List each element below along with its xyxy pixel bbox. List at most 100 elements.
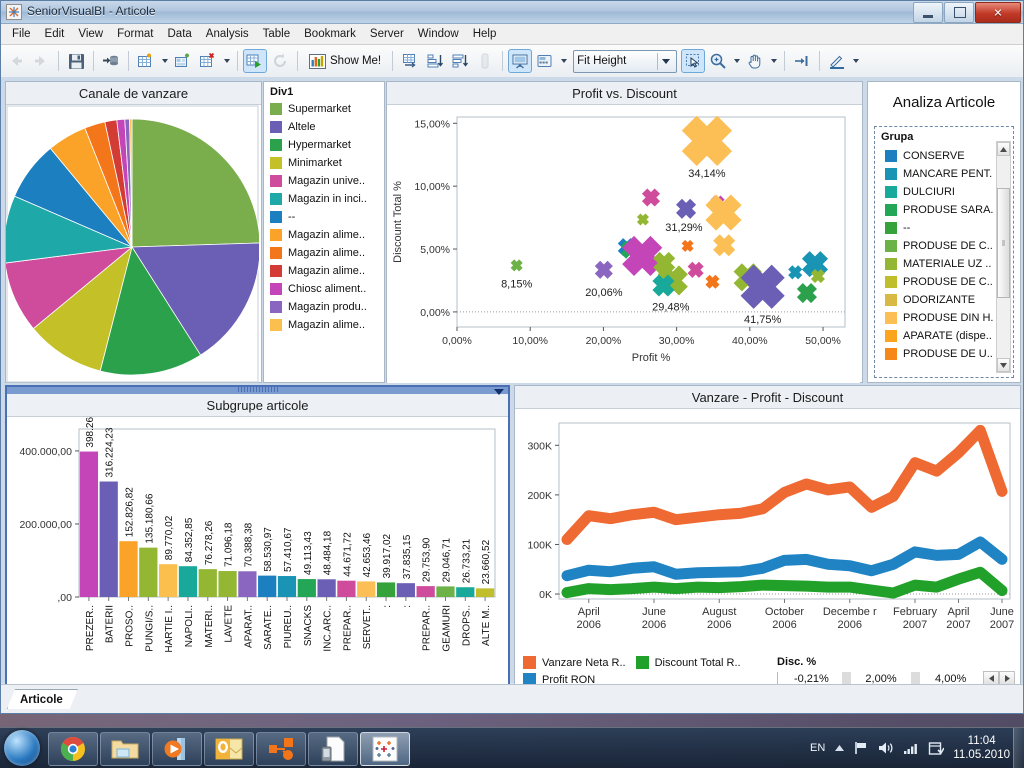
menu-item-bookmark[interactable]: Bookmark: [297, 26, 363, 42]
new-worksheet-dropdown[interactable]: [159, 49, 170, 73]
bar-rect[interactable]: [436, 586, 455, 597]
menu-item-analysis[interactable]: Analysis: [199, 26, 256, 42]
new-dashboard-button[interactable]: [171, 49, 195, 73]
taskbar-item-outlook[interactable]: [204, 732, 254, 766]
menu-item-server[interactable]: Server: [363, 26, 411, 42]
annotate-tool-dropdown[interactable]: [850, 49, 861, 73]
tray-language[interactable]: EN: [810, 742, 825, 754]
bar-rect[interactable]: [337, 580, 356, 597]
pan-tool-dropdown[interactable]: [768, 49, 779, 73]
taskbar-item-chrome[interactable]: [48, 732, 98, 766]
grupa-list[interactable]: CONSERVE MANCARE PENT.. DULCIURI PRODUSE SA…: [879, 147, 993, 363]
grupa-item[interactable]: ODORIZANTE: [879, 291, 993, 309]
windows-start-orb[interactable]: [4, 730, 40, 766]
grupa-item[interactable]: PRODUSE DIN H..: [879, 309, 993, 327]
save-button[interactable]: [64, 49, 88, 73]
zoom-tool-button[interactable]: [706, 49, 730, 73]
panel-menu-arrow-icon[interactable]: [494, 389, 504, 395]
disc-value-3[interactable]: 4,00%: [920, 673, 981, 685]
panel-grip[interactable]: [237, 386, 278, 392]
forward-button[interactable]: [29, 49, 53, 73]
minimize-button[interactable]: [913, 2, 943, 23]
taskbar-item-tableau[interactable]: [360, 732, 410, 766]
taskbar-item-explorer[interactable]: [100, 732, 150, 766]
swap-rows-cols-button[interactable]: [398, 49, 422, 73]
fix-axes-button[interactable]: [790, 49, 814, 73]
show-hidden-icons[interactable]: [834, 743, 845, 754]
clear-sheet-button[interactable]: [196, 49, 220, 73]
scroll-down-icon[interactable]: [997, 358, 1010, 372]
maximize-button[interactable]: [944, 2, 974, 23]
pie-chart[interactable]: [6, 105, 259, 383]
clear-sheet-dropdown[interactable]: [221, 49, 232, 73]
disc-value-2[interactable]: 2,00%: [851, 673, 912, 685]
menu-item-help[interactable]: Help: [466, 26, 504, 42]
bar-rect[interactable]: [198, 569, 217, 597]
bar-rect[interactable]: [376, 582, 396, 597]
taskbar-clock[interactable]: 11:04 11.05.2010: [953, 734, 1010, 762]
annotate-tool-button[interactable]: [825, 49, 849, 73]
fit-size-combo[interactable]: Fit Height: [573, 49, 678, 73]
legend-div1-item[interactable]: Magazin in inci..: [264, 190, 384, 208]
chevron-down-icon[interactable]: [657, 52, 673, 70]
bar-rect[interactable]: [317, 579, 336, 597]
menu-item-format[interactable]: Format: [110, 26, 160, 42]
bar-rect[interactable]: [159, 564, 178, 597]
bar-rect[interactable]: [218, 571, 237, 597]
legend-div1-item[interactable]: Hypermarket: [264, 136, 384, 154]
show-me-button[interactable]: Show Me!: [303, 49, 387, 73]
disc-value-1[interactable]: -0,21%: [781, 673, 842, 685]
menu-item-view[interactable]: View: [71, 26, 110, 42]
grupa-item[interactable]: CONSERVE: [879, 147, 993, 165]
legend-div1-list[interactable]: Supermarket Altele Hypermarket Minimarket Ma…: [264, 100, 384, 334]
close-button[interactable]: ✕: [975, 2, 1021, 23]
network-icon[interactable]: [854, 741, 869, 755]
grupa-item[interactable]: --: [879, 219, 993, 237]
area-chart[interactable]: 0K 100K 200K 300K April 2006 June 2006 August 200…: [515, 409, 1018, 645]
bar-rect[interactable]: [178, 566, 198, 597]
bar-rect[interactable]: [396, 583, 415, 597]
action-center-icon[interactable]: [928, 741, 945, 756]
volume-icon[interactable]: [878, 741, 894, 755]
run-update-button[interactable]: [243, 49, 267, 73]
legend-div1-item[interactable]: Magazin alime..: [264, 316, 384, 334]
taskbar-item-share[interactable]: [256, 732, 306, 766]
menu-item-edit[interactable]: Edit: [38, 26, 72, 42]
pan-tool-button[interactable]: [743, 49, 767, 73]
bar-rect[interactable]: [139, 547, 158, 597]
bar-rect[interactable]: [416, 586, 435, 597]
grupa-item[interactable]: PRODUSE SARA..: [879, 201, 993, 219]
grupa-item[interactable]: APARATE (dispe..: [879, 327, 993, 345]
scatter-chart[interactable]: 0,00% 5,00% 10,00% 15,00% 0,00% 10,00% 20,00% 3…: [387, 105, 860, 383]
legend-div1-item[interactable]: Magazin produ..: [264, 298, 384, 316]
taskbar-item-device[interactable]: [308, 732, 358, 766]
legend-div1-item[interactable]: --: [264, 208, 384, 226]
legend-div1-item[interactable]: Chiosc aliment..: [264, 280, 384, 298]
bar-rect[interactable]: [238, 571, 257, 597]
back-button[interactable]: [4, 49, 28, 73]
bar-rect[interactable]: [357, 581, 376, 597]
legend-item-vanzare[interactable]: Vanzare Neta R..: [523, 656, 626, 669]
sort-descending-button[interactable]: [448, 49, 472, 73]
grupa-item[interactable]: MATERIALE UZ ..: [879, 255, 993, 273]
zoom-tool-dropdown[interactable]: [731, 49, 742, 73]
bar-rect[interactable]: [79, 451, 99, 597]
select-tool-button[interactable]: [681, 49, 706, 73]
legend-div1-item[interactable]: Magazin alime..: [264, 226, 384, 244]
grupa-item[interactable]: DULCIURI: [879, 183, 993, 201]
bar-rect[interactable]: [258, 575, 277, 597]
bar-rect[interactable]: [119, 541, 138, 597]
sort-ascending-button[interactable]: [423, 49, 447, 73]
sheet-tab-articole[interactable]: Articole: [7, 689, 78, 709]
bar-rect[interactable]: [297, 579, 316, 597]
scroll-up-icon[interactable]: [997, 142, 1010, 156]
legend-div1-item[interactable]: Altele: [264, 118, 384, 136]
bar-rect[interactable]: [475, 588, 495, 597]
fit-options-dropdown[interactable]: [558, 49, 569, 73]
grupa-item[interactable]: PRODUSE DE C..: [879, 237, 993, 255]
legend-item-discount[interactable]: Discount Total R..: [635, 656, 741, 669]
bar-rect[interactable]: [456, 587, 475, 597]
menu-item-file[interactable]: File: [5, 26, 38, 42]
bar-rect[interactable]: [99, 481, 118, 597]
panel-subgrupe-articole[interactable]: Subgrupe articole 400.000,00 200.000,00 ,0…: [5, 385, 510, 705]
